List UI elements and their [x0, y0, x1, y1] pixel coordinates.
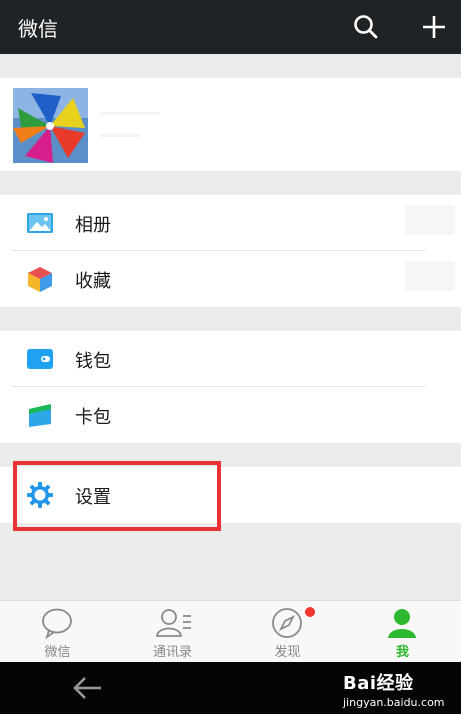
profile-faint-line [100, 112, 160, 115]
tab-label-discover: 发现 [274, 645, 301, 660]
search-icon[interactable] [351, 12, 381, 42]
faint-placeholder [405, 205, 455, 235]
bottom-tab-bar: 微信 通讯录 发现 我 [0, 600, 461, 663]
tab-chats[interactable]: 微信 [0, 601, 115, 663]
menu-item-favorites[interactable]: 收藏 [0, 251, 461, 307]
tab-me[interactable]: 我 [345, 601, 460, 663]
profile-card[interactable] [0, 78, 461, 171]
contacts-icon [156, 609, 191, 637]
avatar[interactable] [13, 88, 88, 163]
menu-label-wallet: 钱包 [75, 351, 111, 372]
group-wallet-cards: 钱包 卡包 [0, 331, 461, 443]
settings-highlight-box [13, 461, 221, 531]
menu-label-cards: 卡包 [75, 407, 111, 428]
menu-label-album: 相册 [75, 215, 111, 236]
back-arrow-icon[interactable] [72, 675, 104, 705]
tab-label-me: 我 [395, 645, 409, 660]
watermark-line1: Bai经验 [343, 673, 414, 694]
watermark-line2: jingyan.baidu.com [343, 696, 445, 709]
menu-label-favorites: 收藏 [75, 271, 111, 292]
menu-item-album[interactable]: 相册 [0, 195, 461, 251]
baidu-watermark: Bai经验 jingyan.baidu.com [343, 669, 445, 709]
wallet-icon [26, 345, 54, 373]
tab-discover[interactable]: 发现 [230, 601, 345, 663]
person-icon [388, 609, 416, 638]
tab-label-contacts: 通讯录 [152, 645, 192, 660]
menu-item-cards[interactable]: 卡包 [0, 387, 461, 443]
chat-bubble-icon [42, 608, 72, 640]
red-dot-badge [305, 607, 315, 617]
tab-contacts[interactable]: 通讯录 [115, 601, 230, 663]
menu-item-wallet[interactable]: 钱包 [0, 331, 461, 387]
top-bar: 微信 [0, 0, 461, 54]
plus-icon[interactable] [419, 12, 449, 42]
app-title: 微信 [18, 17, 58, 41]
favorites-cube-icon [26, 265, 54, 293]
profile-faint-line [100, 134, 140, 137]
group-album-favorites: 相册 收藏 [0, 195, 461, 307]
tab-label-chats: 微信 [44, 645, 71, 660]
card-icon [26, 401, 54, 429]
compass-icon [272, 608, 302, 638]
album-icon [26, 209, 54, 237]
faint-placeholder [405, 261, 455, 291]
